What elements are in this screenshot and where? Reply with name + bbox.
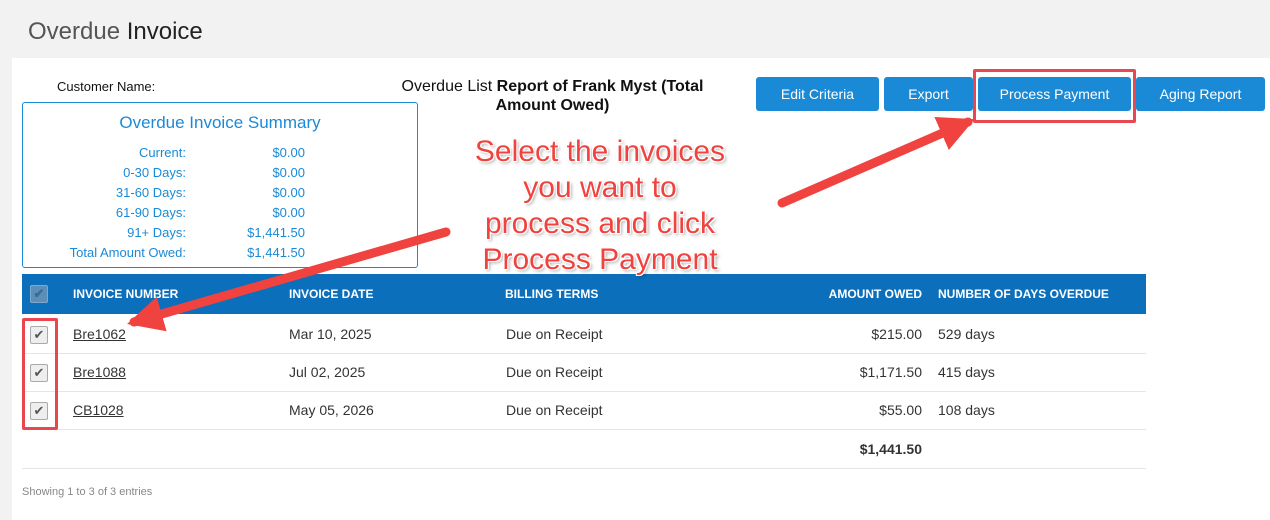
arrow-to-checkboxes bbox=[127, 227, 451, 332]
annotation-line: process and click bbox=[484, 207, 716, 240]
arrow-to-process-payment bbox=[777, 116, 975, 208]
annotation-line: Select the invoices bbox=[474, 135, 726, 168]
annotation-line: Process Payment bbox=[482, 243, 718, 276]
annotation-callout: Select the invoices you want to process … bbox=[440, 134, 760, 278]
annotation-line: you want to bbox=[523, 171, 677, 204]
